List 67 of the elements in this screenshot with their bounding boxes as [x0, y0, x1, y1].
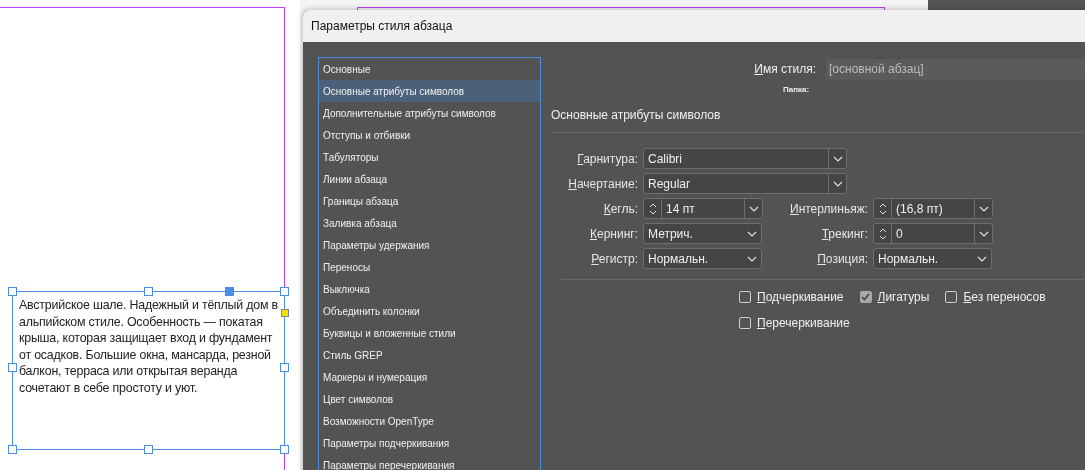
category-item[interactable]: Основные	[319, 58, 540, 80]
dropdown-field[interactable]: Regular	[643, 173, 847, 194]
anchor-handle[interactable]	[225, 287, 234, 296]
checkbox-option[interactable]: Подчеркивание	[739, 288, 844, 306]
category-item[interactable]: Дополнительные атрибуты символов	[319, 102, 540, 124]
chevron-down-icon	[747, 255, 757, 262]
field-label: Регистр:	[590, 250, 639, 268]
spin-field[interactable]: 14 пт	[643, 198, 763, 219]
field-label: Кегль:	[602, 200, 639, 218]
category-item[interactable]: Отступы и отбивки	[319, 124, 540, 146]
checkbox-option[interactable]: Лигатуры	[859, 288, 930, 306]
category-item[interactable]: Стиль GREP	[319, 344, 540, 366]
window-title: Параметры стиля абзаца	[311, 18, 453, 35]
chevron-down-icon	[832, 155, 843, 162]
chevron-down-icon	[747, 230, 757, 237]
checkbox[interactable]	[739, 317, 751, 329]
field-label: Кернинг:	[589, 225, 639, 243]
resize-handle[interactable]	[8, 445, 17, 454]
resize-handle[interactable]	[280, 363, 289, 372]
checkbox-option[interactable]: Без переносов	[945, 288, 1046, 306]
checkbox[interactable]	[859, 291, 872, 303]
field-label: Гарнитура:	[576, 150, 639, 168]
resize-handle[interactable]	[144, 445, 153, 454]
category-item[interactable]: Параметры подчеркивания	[319, 432, 540, 454]
category-item[interactable]: Основные атрибуты символов	[319, 80, 540, 102]
dropdown-field[interactable]: Метрич.	[643, 223, 762, 244]
resize-handle[interactable]	[8, 363, 17, 372]
checkbox[interactable]	[739, 291, 751, 303]
out-port-handle[interactable]	[281, 309, 289, 317]
category-item[interactable]: Параметры перечеркивания	[319, 454, 540, 470]
field-label: Интерлиньяж:	[789, 200, 869, 218]
spin-field[interactable]: 0	[873, 223, 993, 244]
category-item[interactable]: Выключка	[319, 278, 540, 300]
chevron-down-icon	[977, 255, 987, 262]
chevron-down-icon	[832, 180, 843, 187]
section-heading: Основные атрибуты символов	[551, 108, 721, 122]
dropdown-field[interactable]: Calibri	[643, 148, 847, 169]
chevron-down-icon	[978, 230, 989, 237]
dropdown-field[interactable]: Нормальн.	[643, 248, 762, 269]
field-label: Трекинг:	[820, 225, 869, 243]
category-item[interactable]: Буквицы и вложенные стили	[319, 322, 540, 344]
folder-label: Папка:	[783, 84, 810, 96]
chevron-down-icon	[748, 205, 759, 212]
category-item[interactable]: Переносы	[319, 256, 540, 278]
dropdown-field[interactable]: Нормальн.	[873, 248, 992, 269]
chevron-down-icon	[978, 205, 989, 212]
resize-handle[interactable]	[144, 287, 153, 296]
resize-handle[interactable]	[280, 287, 289, 296]
category-item[interactable]: Возможности OpenType	[319, 410, 540, 432]
category-item[interactable]: Цвет символов	[319, 388, 540, 410]
category-item[interactable]: Объединить колонки	[319, 300, 540, 322]
field-label: Начертание:	[567, 175, 639, 193]
category-item[interactable]: Линии абзаца	[319, 168, 540, 190]
resize-handle[interactable]	[280, 445, 289, 454]
category-item[interactable]: Границы абзаца	[319, 190, 540, 212]
spin-field[interactable]: (16,8 пт)	[873, 198, 993, 219]
body-paragraph: Австрийское шале. Надежный и тёплый дом в альпийском стиле. Особенность — покатая крыша, которая защищает вход и фундамент от осадков. Большие окна, мансарда, резной балкон, терраса или открытая веранда сочетают в себе простоту и уют.	[19, 297, 278, 396]
category-item[interactable]: Маркеры и нумерация	[319, 366, 540, 388]
field-label: Позиция:	[816, 250, 869, 268]
style-name-label: Имя стиля:	[754, 61, 816, 78]
category-item[interactable]: Заливка абзаца	[319, 212, 540, 234]
category-item[interactable]: Табуляторы	[319, 146, 540, 168]
checkbox[interactable]	[945, 291, 958, 303]
resize-handle[interactable]	[8, 287, 17, 296]
category-item[interactable]: Параметры удержания	[319, 234, 540, 256]
checkbox-option[interactable]: Перечеркивание	[739, 314, 850, 332]
style-name-field[interactable]: [основной абзац]	[826, 58, 1085, 80]
